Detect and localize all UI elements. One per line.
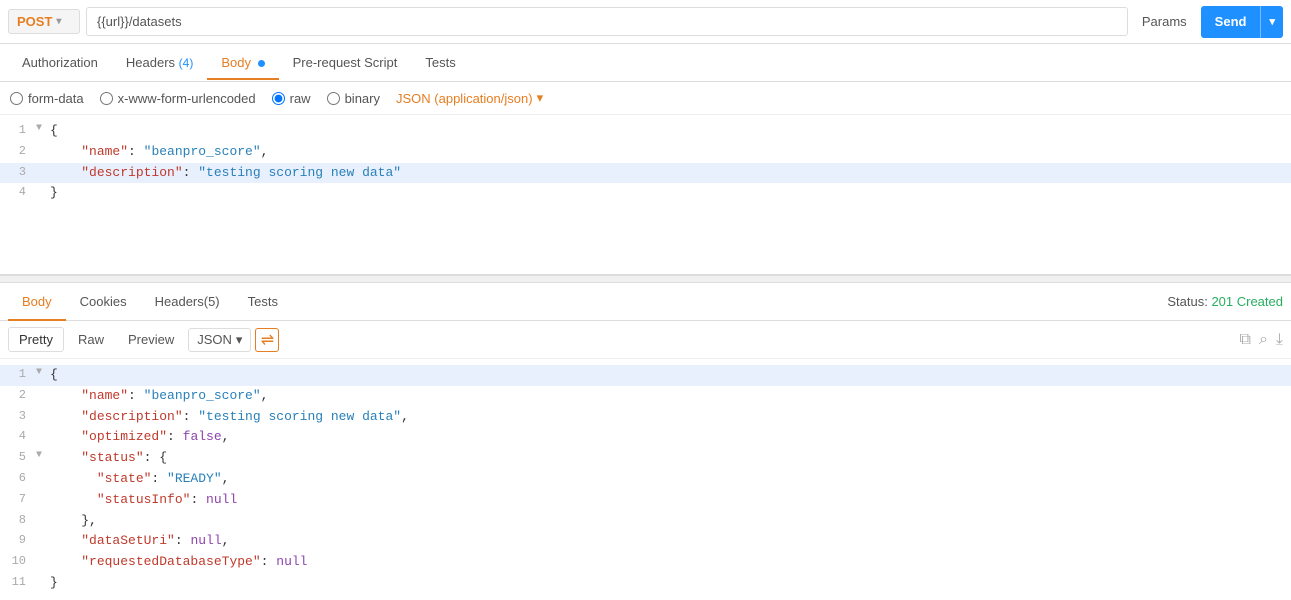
tab-authorization[interactable]: Authorization xyxy=(8,47,112,80)
download-icon[interactable]: ⤓ xyxy=(1276,331,1283,349)
tab-prerequest[interactable]: Pre-request Script xyxy=(279,47,412,80)
response-toolbar: Pretty Raw Preview JSON ▾ ⇌ ⧉ ⌕ ⤓ xyxy=(0,321,1291,359)
resp-status-toggle[interactable]: ▼ xyxy=(36,448,50,464)
request-bar: POST ▾ Params Send ▾ xyxy=(0,0,1291,44)
json-type-dropdown[interactable]: JSON (application/json) ▾ xyxy=(396,90,543,106)
body-dot xyxy=(258,60,265,67)
resp-tab-cookies[interactable]: Cookies xyxy=(66,284,141,321)
params-button[interactable]: Params xyxy=(1134,10,1195,33)
format-chevron-icon: ▾ xyxy=(236,332,243,348)
panel-divider xyxy=(0,275,1291,283)
resp-line-3: 3 "description": "testing scoring new da… xyxy=(0,407,1291,428)
status-code: 201 Created xyxy=(1211,294,1283,309)
request-tabs: Authorization Headers (4) Body Pre-reque… xyxy=(0,44,1291,82)
raw-button[interactable]: Raw xyxy=(68,328,114,351)
resp-line-11: 11 } xyxy=(0,573,1291,594)
req-line-4: 4 } xyxy=(0,183,1291,204)
tab-body[interactable]: Body xyxy=(207,47,278,80)
resp-line-8: 8 }, xyxy=(0,511,1291,532)
pretty-button[interactable]: Pretty xyxy=(8,327,64,352)
resp-tab-headers[interactable]: Headers (5) xyxy=(141,284,234,321)
collapse-toggle[interactable]: ▼ xyxy=(36,121,50,137)
status-info: Status: 201 Created xyxy=(1167,294,1283,309)
resp-line-1: 1 ▼ { xyxy=(0,365,1291,386)
resp-tab-tests[interactable]: Tests xyxy=(234,284,292,321)
resp-line-6: 6 "state": "READY", xyxy=(0,469,1291,490)
req-line-2: 2 "name": "beanpro_score", xyxy=(0,142,1291,163)
preview-button[interactable]: Preview xyxy=(118,328,184,351)
option-raw[interactable]: raw xyxy=(272,91,311,106)
format-select[interactable]: JSON ▾ xyxy=(188,328,251,352)
resp-headers-badge: (5) xyxy=(204,294,220,309)
body-options-bar: form-data x-www-form-urlencoded raw bina… xyxy=(0,82,1291,115)
resp-right-icons: ⧉ ⌕ ⤓ xyxy=(1240,331,1283,349)
resp-line-5: 5 ▼ "status": { xyxy=(0,448,1291,469)
json-dropdown-chevron-icon: ▾ xyxy=(537,90,544,106)
resp-line-10: 10 "requestedDatabaseType": null xyxy=(0,552,1291,573)
req-line-1: 1 ▼ { xyxy=(0,121,1291,142)
response-body: 1 ▼ { 2 "name": "beanpro_score", 3 "desc… xyxy=(0,359,1291,600)
option-binary[interactable]: binary xyxy=(327,91,380,106)
method-select[interactable]: POST ▾ xyxy=(8,9,80,34)
resp-line-9: 9 "dataSetUri": null, xyxy=(0,531,1291,552)
headers-badge: (4) xyxy=(179,56,194,70)
send-chevron-icon[interactable]: ▾ xyxy=(1260,6,1283,38)
option-urlencoded[interactable]: x-www-form-urlencoded xyxy=(100,91,256,106)
copy-icon[interactable]: ⧉ xyxy=(1240,331,1251,349)
tab-headers[interactable]: Headers (4) xyxy=(112,47,207,80)
wrap-icon[interactable]: ⇌ xyxy=(255,328,279,352)
option-form-data[interactable]: form-data xyxy=(10,91,84,106)
req-line-3: 3 "description": "testing scoring new da… xyxy=(0,163,1291,184)
tab-tests[interactable]: Tests xyxy=(411,47,469,80)
search-icon[interactable]: ⌕ xyxy=(1259,331,1268,349)
url-input[interactable] xyxy=(86,7,1128,36)
response-tabs: Body Cookies Headers (5) Tests xyxy=(8,283,292,320)
method-chevron-icon: ▾ xyxy=(56,16,61,27)
method-label: POST xyxy=(17,14,52,29)
response-header: Body Cookies Headers (5) Tests Status: 2… xyxy=(0,283,1291,321)
resp-line-7: 7 "statusInfo": null xyxy=(0,490,1291,511)
send-label: Send xyxy=(1201,14,1261,29)
resp-line-2: 2 "name": "beanpro_score", xyxy=(0,386,1291,407)
resp-line-4: 4 "optimized": false, xyxy=(0,427,1291,448)
send-button[interactable]: Send ▾ xyxy=(1201,6,1283,38)
request-editor[interactable]: 1 ▼ { 2 "name": "beanpro_score", 3 "desc… xyxy=(0,115,1291,275)
resp-tab-body[interactable]: Body xyxy=(8,284,66,321)
resp-collapse-toggle[interactable]: ▼ xyxy=(36,365,50,381)
